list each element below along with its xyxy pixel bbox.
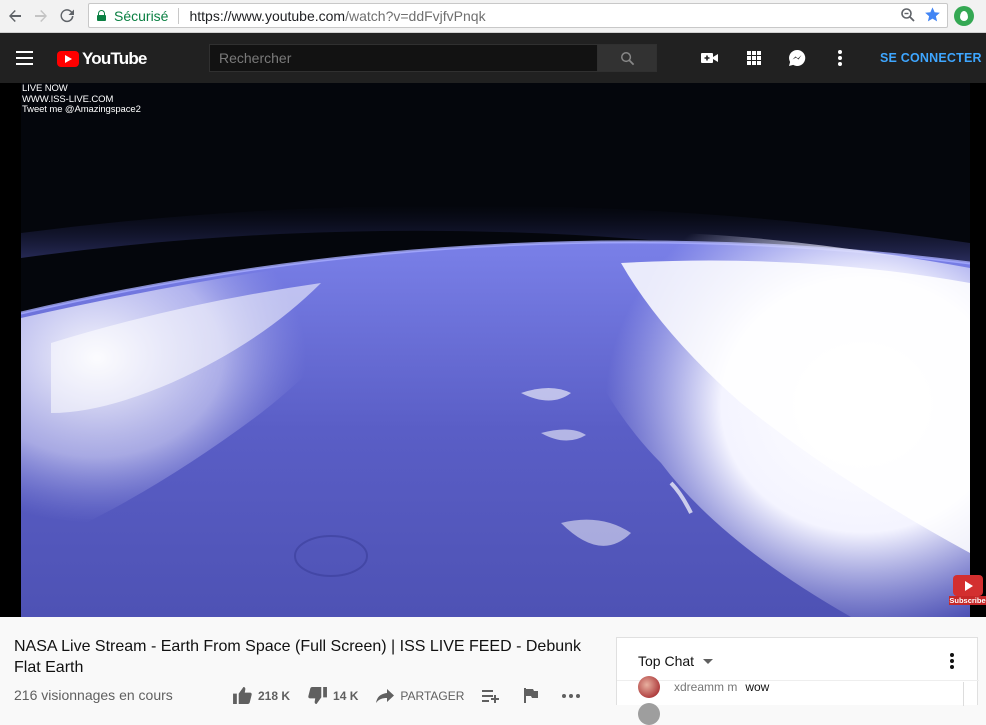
- forward-arrow-icon[interactable]: [30, 5, 52, 27]
- browser-toolbar: Sécurisé https://www.youtube.com/watch?v…: [0, 0, 986, 33]
- lock-icon: [97, 10, 106, 21]
- youtube-play-icon: [57, 51, 79, 67]
- dislike-button[interactable]: 14 K: [308, 687, 358, 704]
- more-horiz-icon: [562, 693, 581, 698]
- extension-icon[interactable]: [954, 6, 974, 26]
- view-count: 216 visionnages en cours: [14, 687, 173, 703]
- share-button[interactable]: PARTAGER: [376, 688, 465, 703]
- create-video-icon[interactable]: [699, 47, 721, 69]
- playlist-add-icon: [482, 689, 500, 703]
- omnibox-divider: [178, 7, 180, 24]
- more-actions-button[interactable]: [562, 693, 586, 698]
- flag-icon: [524, 688, 539, 703]
- zoom-icon[interactable]: [900, 7, 916, 26]
- url-text: https://www.youtube.com/watch?v=ddFvjfvP…: [189, 8, 485, 24]
- overlay-line-3: Tweet me @Amazingspace2: [22, 104, 141, 115]
- chat-author[interactable]: xdreamm m: [674, 680, 737, 694]
- live-chat-panel: Top Chat xdreamm m wow: [616, 637, 979, 725]
- address-bar[interactable]: Sécurisé https://www.youtube.com/watch?v…: [88, 3, 948, 28]
- chat-message-text: wow: [745, 680, 770, 694]
- avatar[interactable]: [638, 703, 660, 725]
- avatar[interactable]: [638, 676, 660, 698]
- subscribe-play-icon: [953, 575, 983, 596]
- video-actions: 218 K 14 K PARTAGER: [233, 687, 604, 704]
- more-vert-icon[interactable]: [829, 47, 851, 69]
- chevron-down-icon[interactable]: [703, 659, 713, 664]
- report-button[interactable]: [524, 688, 544, 703]
- url-path: /watch?v=ddFvjfvPnqk: [345, 7, 486, 24]
- like-count: 218 K: [258, 688, 291, 703]
- subscribe-watermark[interactable]: Subscribe: [949, 575, 986, 605]
- search-box: [209, 44, 657, 72]
- reload-icon[interactable]: [56, 5, 78, 27]
- share-arrow-icon: [376, 688, 395, 703]
- more-vert-icon[interactable]: [950, 653, 954, 671]
- bookmark-star-icon[interactable]: [924, 6, 941, 26]
- youtube-masthead: YouTube SE CONNECTER: [0, 33, 986, 83]
- earth-from-space-video-frame: [21, 83, 970, 617]
- add-to-playlist-button[interactable]: [482, 689, 506, 703]
- share-label: PARTAGER: [400, 688, 465, 703]
- stream-overlay-text: LIVE NOW WWW.ISS-LIVE.COM Tweet me @Amaz…: [22, 83, 141, 116]
- overlay-line-1: LIVE NOW: [22, 83, 68, 94]
- search-input[interactable]: [209, 44, 598, 72]
- sign-in-button[interactable]: SE CONNECTER: [880, 51, 982, 65]
- search-icon: [620, 51, 634, 65]
- back-arrow-icon[interactable]: [4, 5, 26, 27]
- url-host: https://www.youtube.com: [189, 7, 346, 24]
- subscribe-watermark-label: Subscribe: [949, 596, 986, 605]
- search-button[interactable]: [598, 44, 657, 72]
- thumbs-down-icon: [308, 687, 327, 704]
- dislike-count: 14 K: [333, 688, 359, 703]
- chat-header: Top Chat: [617, 638, 979, 681]
- thumbs-up-icon: [233, 687, 252, 704]
- chat-scrollbar[interactable]: [963, 682, 964, 706]
- secure-label: Sécurisé: [114, 7, 169, 24]
- youtube-logo[interactable]: YouTube: [57, 49, 147, 69]
- messages-icon[interactable]: [786, 47, 808, 69]
- like-button[interactable]: 218 K: [233, 687, 290, 704]
- video-player[interactable]: LIVE NOW WWW.ISS-LIVE.COM Tweet me @Amaz…: [0, 83, 986, 617]
- chat-message: xdreamm m wow: [638, 676, 769, 698]
- video-title: NASA Live Stream - Earth From Space (Ful…: [14, 638, 582, 676]
- chat-mode-selector[interactable]: Top Chat: [638, 653, 694, 669]
- apps-grid-icon[interactable]: [743, 47, 765, 69]
- youtube-wordmark: YouTube: [82, 49, 147, 68]
- menu-icon[interactable]: [16, 51, 33, 65]
